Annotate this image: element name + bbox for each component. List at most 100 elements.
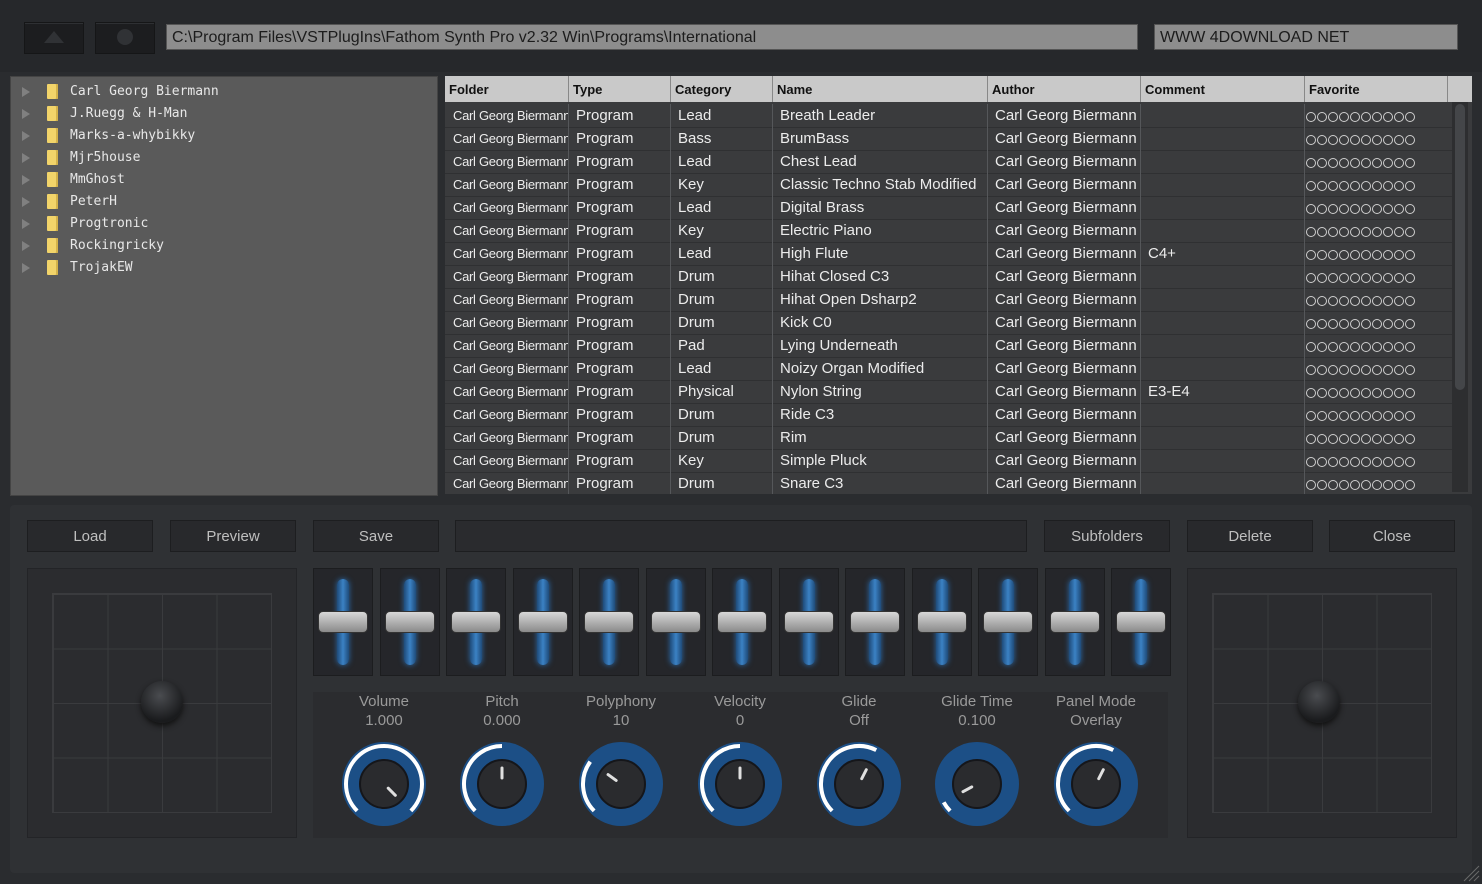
favorite-circle-icon[interactable] <box>1372 181 1382 191</box>
favorite-rating[interactable] <box>1306 153 1416 169</box>
favorite-circle-icon[interactable] <box>1383 480 1393 490</box>
favorite-circle-icon[interactable] <box>1350 388 1360 398</box>
favorite-circle-icon[interactable] <box>1383 411 1393 421</box>
favorite-circle-icon[interactable] <box>1306 457 1316 467</box>
slider-handle[interactable] <box>384 611 435 633</box>
macro-slider[interactable] <box>911 568 972 676</box>
table-row[interactable]: Carl Georg Biermann Program Lead Breath Lea… <box>445 104 1453 128</box>
knob[interactable] <box>933 740 1021 828</box>
slider-handle[interactable] <box>650 611 701 633</box>
favorite-circle-icon[interactable] <box>1394 135 1404 145</box>
load-button[interactable]: Load <box>27 520 153 552</box>
favorite-circle-icon[interactable] <box>1372 411 1382 421</box>
column-header[interactable]: Folder <box>445 76 569 102</box>
folder-item[interactable]: MmGhost <box>11 169 431 191</box>
table-row[interactable]: Carl Georg Biermann Program Physical Nylon … <box>445 380 1453 404</box>
favorite-circle-icon[interactable] <box>1394 158 1404 168</box>
favorite-circle-icon[interactable] <box>1339 181 1349 191</box>
favorite-circle-icon[interactable] <box>1328 457 1338 467</box>
slider-handle[interactable] <box>584 611 634 633</box>
favorite-circle-icon[interactable] <box>1394 388 1404 398</box>
favorite-circle-icon[interactable] <box>1350 319 1360 329</box>
favorite-circle-icon[interactable] <box>1405 181 1415 191</box>
favorite-circle-icon[interactable] <box>1328 273 1338 283</box>
table-scrollbar[interactable] <box>1452 102 1468 492</box>
favorite-circle-icon[interactable] <box>1405 457 1415 467</box>
favorite-circle-icon[interactable] <box>1361 480 1371 490</box>
xy-pad-handle[interactable] <box>1298 681 1340 723</box>
favorite-circle-icon[interactable] <box>1306 480 1316 490</box>
favorite-circle-icon[interactable] <box>1306 227 1316 237</box>
favorite-rating[interactable] <box>1306 360 1416 376</box>
favorite-circle-icon[interactable] <box>1328 135 1338 145</box>
favorite-circle-icon[interactable] <box>1372 342 1382 352</box>
table-row[interactable]: Carl Georg Biermann Program Drum Kick C0 Car… <box>445 311 1453 335</box>
resize-grip-icon[interactable] <box>1462 864 1480 882</box>
favorite-circle-icon[interactable] <box>1350 480 1360 490</box>
column-header[interactable]: Name <box>773 76 988 102</box>
favorite-circle-icon[interactable] <box>1328 480 1338 490</box>
favorite-circle-icon[interactable] <box>1306 365 1316 375</box>
favorite-circle-icon[interactable] <box>1339 457 1349 467</box>
favorite-circle-icon[interactable] <box>1361 296 1371 306</box>
favorite-circle-icon[interactable] <box>1361 434 1371 444</box>
favorite-circle-icon[interactable] <box>1405 296 1415 306</box>
knob-body[interactable] <box>596 759 646 809</box>
expand-arrow-icon[interactable] <box>22 87 30 97</box>
table-row[interactable]: Carl Georg Biermann Program Drum Ride C3 Car… <box>445 403 1453 427</box>
favorite-circle-icon[interactable] <box>1350 227 1360 237</box>
table-row[interactable]: Carl Georg Biermann Program Drum Hihat Clos… <box>445 265 1453 289</box>
expand-arrow-icon[interactable] <box>22 175 30 185</box>
favorite-circle-icon[interactable] <box>1306 204 1316 214</box>
expand-arrow-icon[interactable] <box>22 219 30 229</box>
favorite-circle-icon[interactable] <box>1383 457 1393 467</box>
favorite-circle-icon[interactable] <box>1350 434 1360 444</box>
favorite-circle-icon[interactable] <box>1361 181 1371 191</box>
preset-name-field[interactable] <box>455 520 1027 552</box>
favorite-circle-icon[interactable] <box>1317 319 1327 329</box>
favorite-circle-icon[interactable] <box>1405 204 1415 214</box>
favorite-rating[interactable] <box>1306 222 1416 238</box>
favorite-circle-icon[interactable] <box>1405 342 1415 352</box>
favorite-circle-icon[interactable] <box>1339 250 1349 260</box>
folder-item[interactable]: Marks-a-whybikky <box>11 125 431 147</box>
favorite-circle-icon[interactable] <box>1306 319 1316 329</box>
table-row[interactable]: Carl Georg Biermann Program Lead Noizy Orga… <box>445 357 1453 381</box>
knob-body[interactable] <box>359 759 409 809</box>
favorite-rating[interactable] <box>1306 452 1416 468</box>
macro-slider[interactable] <box>313 568 373 676</box>
knob-body[interactable] <box>952 759 1002 809</box>
folder-tree[interactable]: Carl Georg Biermann J.Ruegg & H-Man Marks-… <box>10 76 438 496</box>
xy-pad-right[interactable] <box>1187 568 1457 838</box>
parent-folder-button[interactable] <box>24 22 84 54</box>
macro-slider[interactable] <box>645 568 706 676</box>
favorite-circle-icon[interactable] <box>1350 411 1360 421</box>
favorite-rating[interactable] <box>1306 383 1416 399</box>
scrollbar-thumb[interactable] <box>1455 104 1465 390</box>
knob[interactable] <box>458 740 546 828</box>
slider-handle[interactable] <box>717 611 767 633</box>
expand-arrow-icon[interactable] <box>22 109 30 119</box>
favorite-circle-icon[interactable] <box>1339 112 1349 122</box>
favorite-circle-icon[interactable] <box>1306 296 1316 306</box>
favorite-rating[interactable] <box>1306 475 1416 491</box>
favorite-circle-icon[interactable] <box>1350 158 1360 168</box>
favorite-circle-icon[interactable] <box>1372 296 1382 306</box>
knob-body[interactable] <box>1071 759 1121 809</box>
favorite-circle-icon[interactable] <box>1306 434 1316 444</box>
favorite-circle-icon[interactable] <box>1383 296 1393 306</box>
knob[interactable] <box>815 740 903 828</box>
favorite-circle-icon[interactable] <box>1306 342 1316 352</box>
favorite-circle-icon[interactable] <box>1339 273 1349 283</box>
favorite-circle-icon[interactable] <box>1306 158 1316 168</box>
favorite-circle-icon[interactable] <box>1350 204 1360 214</box>
favorite-circle-icon[interactable] <box>1317 181 1327 191</box>
macro-slider[interactable] <box>1111 568 1171 676</box>
favorite-circle-icon[interactable] <box>1405 480 1415 490</box>
table-row[interactable]: Carl Georg Biermann Program Key Simple Pluc… <box>445 449 1453 473</box>
favorite-circle-icon[interactable] <box>1328 204 1338 214</box>
favorite-circle-icon[interactable] <box>1350 112 1360 122</box>
favorite-circle-icon[interactable] <box>1361 112 1371 122</box>
favorite-rating[interactable] <box>1306 176 1416 192</box>
macro-slider[interactable] <box>845 568 905 676</box>
